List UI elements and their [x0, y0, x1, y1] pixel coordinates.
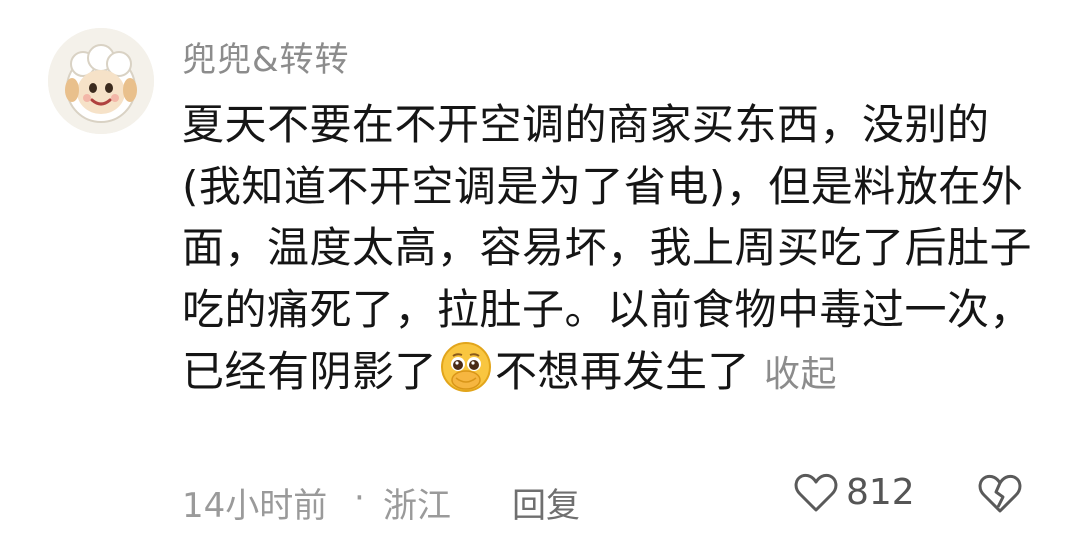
separator-dot: ·: [354, 478, 365, 518]
heart-icon: [794, 473, 838, 511]
reply-button[interactable]: 回复: [512, 478, 580, 527]
comment-text-end: 不想再发生了: [495, 347, 751, 396]
broken-heart-icon: [978, 474, 1022, 513]
comment-text-block: 夏天不要在不开空调的商家买东西，没别的(我知道不开空调是为了省电)，但是料放在外…: [182, 94, 1042, 411]
timestamp: 14小时前: [182, 486, 328, 526]
location: 浙江: [383, 486, 451, 526]
comment-footer: 14小时前 · 浙江 回复 812: [182, 472, 1032, 526]
pleasant-goat-avatar-icon: [48, 28, 154, 134]
avatar[interactable]: [48, 28, 154, 134]
pleading-face-emoji-icon: [439, 340, 493, 411]
dislike-button[interactable]: [978, 474, 1022, 523]
username[interactable]: 兜兜&转转: [182, 32, 350, 81]
collapse-button[interactable]: 收起: [764, 354, 837, 395]
like-count: 812: [846, 472, 915, 513]
like-button[interactable]: 812: [794, 472, 915, 513]
